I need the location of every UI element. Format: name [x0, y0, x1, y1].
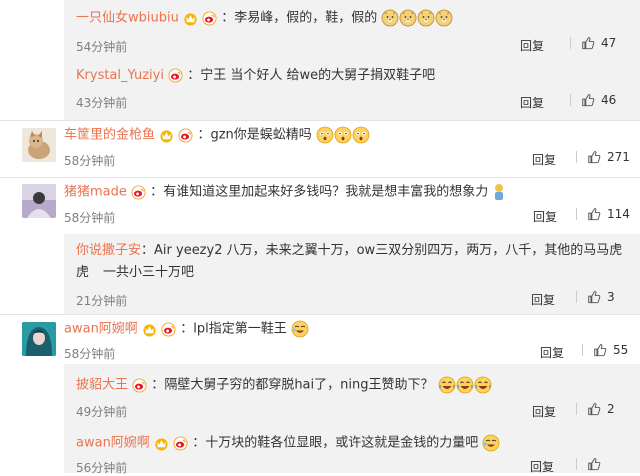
like-count: 55	[613, 343, 629, 357]
emoji-cry-laugh-icon	[482, 434, 500, 452]
thumb-up-icon	[587, 402, 601, 416]
weibo-badge-icon	[178, 128, 193, 143]
reply-button[interactable]: 回复	[532, 151, 556, 168]
comment-2-line: Krystal_Yuziyi ：宁王 当个好人 给we的大舅子捐双鞋子吧	[76, 68, 436, 83]
emoji-doge-icon	[381, 9, 399, 27]
crown-badge-icon	[142, 322, 157, 337]
weibo-badge-icon	[131, 185, 146, 200]
reply-button[interactable]: 回复	[532, 403, 556, 420]
thumb-up-icon	[593, 343, 607, 357]
crown-badge-icon	[154, 436, 169, 451]
timestamp: 58分钟前	[64, 211, 116, 225]
avatar[interactable]	[22, 128, 56, 162]
username[interactable]: awan阿婉啊	[76, 436, 150, 451]
emoji-laugh-icon	[456, 376, 474, 394]
emoji-wow-icon	[334, 126, 352, 144]
reply-button[interactable]: 回复	[520, 94, 544, 111]
username[interactable]: 一只仙女wbiubiu	[76, 11, 179, 26]
weibo-badge-icon	[173, 436, 188, 451]
reply-button[interactable]: 回复	[531, 291, 555, 308]
like-button[interactable]: 2	[566, 402, 615, 416]
username[interactable]: awan阿婉啊	[64, 322, 138, 337]
comment-text-line-3: 一共小三十万吧	[103, 265, 195, 280]
comment-text: lpl指定第一鞋王	[193, 321, 287, 337]
weibo-badge-icon	[161, 322, 176, 337]
emoji-doge-icon	[417, 9, 435, 27]
like-button[interactable]: 271	[566, 150, 630, 164]
reply-button[interactable]: 回复	[533, 208, 557, 225]
timestamp: 54分钟前	[76, 40, 128, 54]
comment-4-line: 猪猪made ：有谁知道这里加起来好多钱吗？我就是想丰富我的想象力	[64, 183, 506, 202]
username[interactable]: 车筐里的金枪鱼	[64, 128, 155, 143]
comment-3-line: 车筐里的金枪鱼 ：gzn你是蜈蚣精吗	[64, 126, 370, 145]
emoji-laugh-icon	[474, 376, 492, 394]
comment-5-block: 你说撒子安：Air yeezy2 八万，未来之翼十万，ow三双分别四万，两万，八…	[76, 240, 632, 284]
divider	[0, 177, 640, 178]
emoji-laugh-icon	[438, 376, 456, 394]
emoji-wow-icon	[316, 126, 334, 144]
thumb-up-icon	[587, 290, 601, 304]
emoji-wow-icon	[352, 126, 370, 144]
comment-8-line: awan阿婉啊 ：十万块的鞋各位显眼，或许这就是金钱的力量吧	[76, 434, 500, 453]
timestamp: 21分钟前	[76, 294, 128, 308]
timestamp: 43分钟前	[76, 96, 128, 110]
username[interactable]: 披貂大王	[76, 378, 128, 393]
like-count: 3	[607, 290, 615, 304]
weibo-badge-icon	[168, 68, 183, 83]
like-button[interactable]	[566, 457, 607, 471]
comment-text: 隔壁大舅子穷的都穿脱hai了，ning王赞助下？	[164, 377, 434, 393]
like-count: 271	[607, 150, 630, 164]
divider	[0, 314, 640, 315]
comment-7-line: 披貂大王 ：隔壁大舅子穷的都穿脱hai了，ning王赞助下？	[76, 376, 492, 395]
comment-text-line-1: ：Air yeezy2 八万，未来之翼十万，ow三双分别四万，两万，八千，其他的…	[141, 243, 623, 258]
thumb-up-icon	[581, 36, 595, 50]
like-button[interactable]: 55	[572, 343, 628, 357]
comment-text: 十万块的鞋各位显眼，或许这就是金钱的力量吧	[205, 435, 479, 451]
reply-button[interactable]: 回复	[540, 344, 564, 361]
thumb-up-icon	[587, 150, 601, 164]
emoji-doge-icon	[435, 9, 453, 27]
comment-text-line-2: 虎	[76, 265, 90, 280]
like-count: 47	[601, 36, 617, 50]
thumb-up-icon	[587, 207, 601, 221]
comment-text: 有谁知道这里加起来好多钱吗？我就是想丰富我的想象力	[163, 184, 489, 200]
thumb-up-icon	[587, 457, 601, 471]
timestamp: 56分钟前	[76, 461, 128, 475]
comment-text: 李易峰，假的，鞋，假的	[234, 10, 378, 26]
avatar[interactable]	[22, 184, 56, 218]
comment-text: gzn你是蜈蚣精吗	[210, 127, 312, 143]
weibo-badge-icon	[202, 11, 217, 26]
avatar[interactable]	[22, 322, 56, 356]
like-button[interactable]: 114	[566, 207, 630, 221]
timestamp: 49分钟前	[76, 405, 128, 419]
timestamp: 58分钟前	[64, 347, 116, 361]
divider	[0, 120, 640, 121]
comment-1-line: 一只仙女wbiubiu ：李易峰，假的，鞋，假的	[76, 9, 453, 28]
like-button[interactable]: 47	[560, 36, 616, 50]
emoji-person-icon	[495, 184, 504, 200]
thumb-up-icon	[581, 93, 595, 107]
crown-badge-icon	[183, 11, 198, 26]
like-count: 114	[607, 207, 630, 221]
like-count: 2	[607, 402, 615, 416]
username[interactable]: Krystal_Yuziyi	[76, 68, 164, 83]
comment-6-line: awan阿婉啊 ：lpl指定第一鞋王	[64, 320, 309, 339]
username[interactable]: 你说撒子安	[76, 243, 141, 258]
username[interactable]: 猪猪made	[64, 185, 127, 200]
timestamp: 58分钟前	[64, 154, 116, 168]
weibo-badge-icon	[132, 378, 147, 393]
like-button[interactable]: 3	[566, 290, 615, 304]
emoji-doge-icon	[399, 9, 417, 27]
reply-button[interactable]: 回复	[520, 37, 544, 54]
comment-text: 宁王 当个好人 给we的大舅子捐双鞋子吧	[200, 68, 436, 83]
like-count: 46	[601, 93, 617, 107]
crown-badge-icon	[159, 128, 174, 143]
reply-button[interactable]: 回复	[530, 458, 554, 475]
like-button[interactable]: 46	[560, 93, 616, 107]
emoji-cry-laugh-icon	[291, 320, 309, 338]
